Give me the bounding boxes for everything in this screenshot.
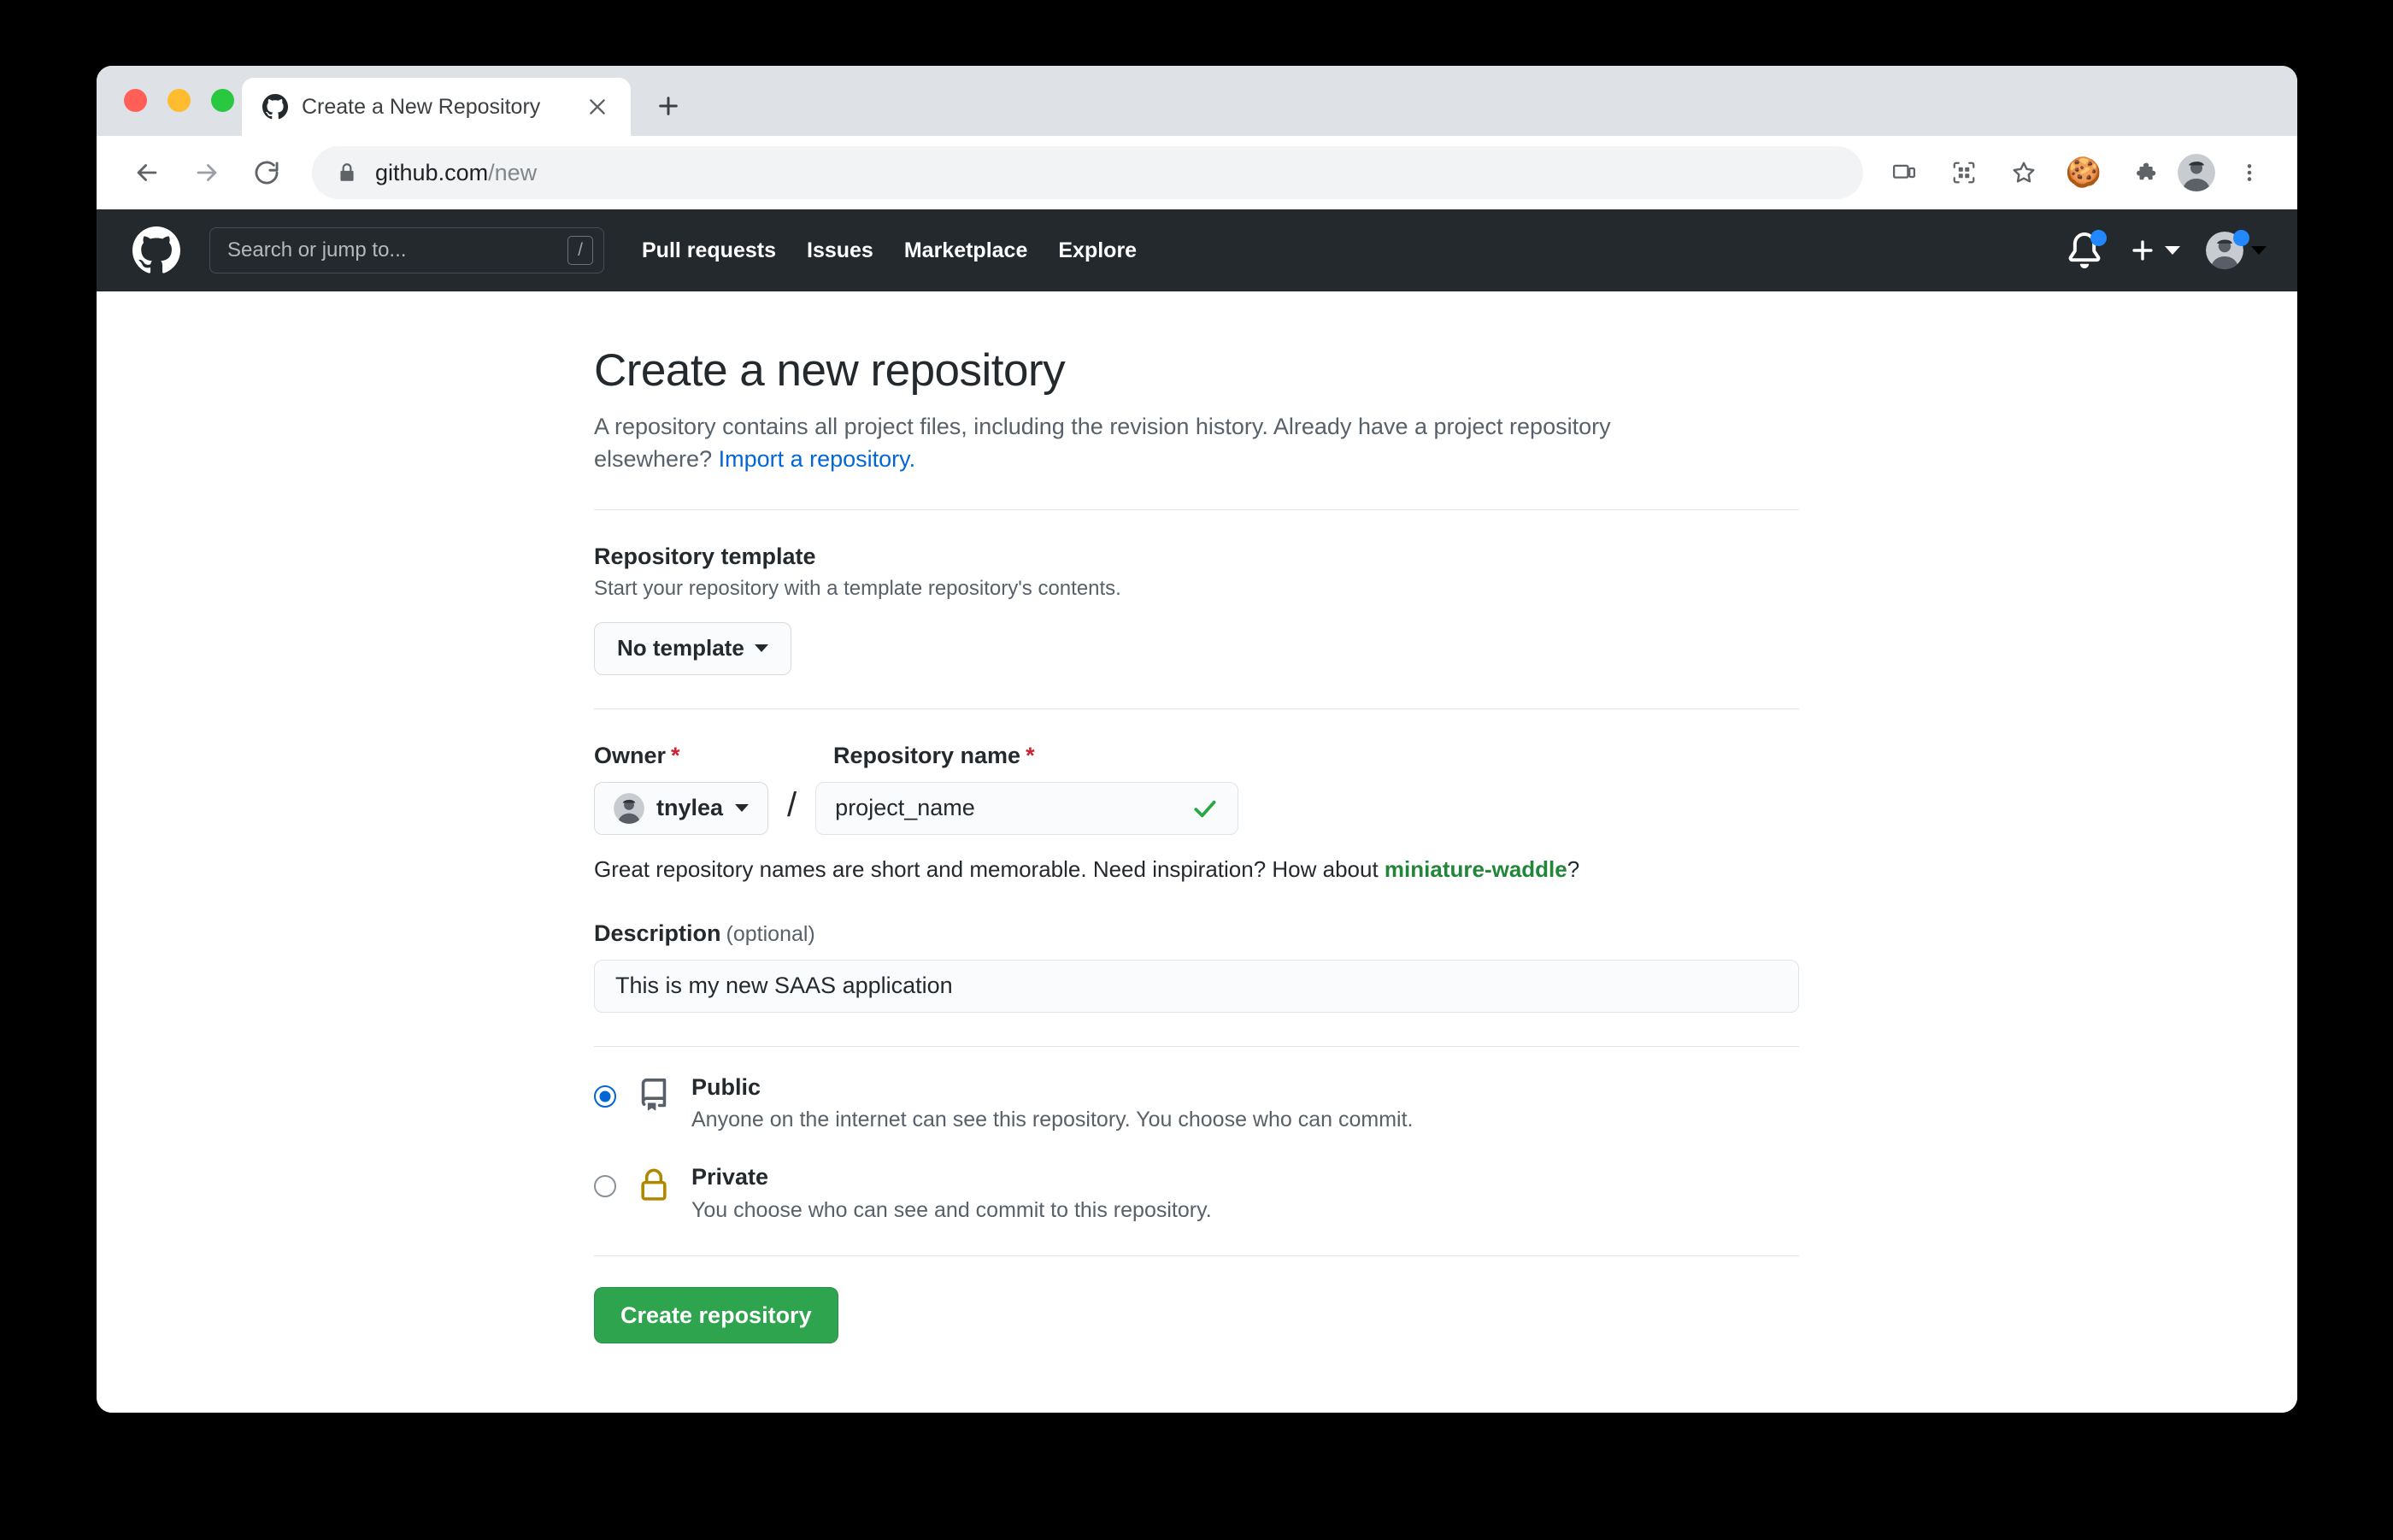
search-placeholder: Search or jump to... — [227, 238, 407, 262]
description-optional-tag: (optional) — [726, 921, 815, 946]
visibility-option-private[interactable]: Private You choose who can see and commi… — [594, 1164, 1799, 1223]
github-nav: Pull requests Issues Marketplace Explore — [642, 238, 1137, 263]
owner-repo-row: tnylea / project_name — [594, 781, 1799, 835]
nav-explore[interactable]: Explore — [1058, 238, 1137, 263]
visibility-public-text: Public Anyone on the internet can see th… — [691, 1073, 1799, 1133]
radio-public[interactable] — [594, 1084, 616, 1108]
page-description: A repository contains all project files,… — [594, 410, 1714, 476]
browser-window: Create a New Repository github.com/new 🍪… — [97, 66, 2297, 1413]
template-select-label: No template — [617, 635, 744, 661]
user-menu[interactable] — [2206, 230, 2267, 269]
repo-book-icon — [635, 1078, 673, 1111]
create-repository-button[interactable]: Create repository — [594, 1287, 838, 1344]
visibility-options: Public Anyone on the internet can see th… — [594, 1047, 1799, 1223]
github-icon — [262, 94, 288, 120]
owner-label: Owner * — [594, 743, 833, 769]
divider — [594, 1255, 1799, 1257]
address-bar-url: github.com/new — [375, 160, 537, 186]
qr-code-icon[interactable] — [1938, 147, 1990, 198]
page-title: Create a new repository — [594, 345, 1066, 396]
field-labels: Owner * Repository name * — [594, 743, 1799, 769]
repository-template-title: Repository template — [594, 543, 816, 569]
github-octocat-logo[interactable] — [132, 226, 180, 274]
browser-tab-title: Create a New Repository — [302, 94, 541, 119]
window-traffic-lights — [124, 89, 234, 112]
toolbar-icon-group: 🍪 — [1879, 147, 2275, 198]
description-label-text: Description — [594, 920, 721, 946]
extensions-puzzle-icon[interactable] — [2118, 147, 2169, 198]
description-label: Description (optional) — [594, 920, 1799, 947]
reload-icon[interactable] — [240, 146, 293, 199]
repository-name-hint: Great repository names are short and mem… — [594, 856, 1799, 883]
minimize-window-button[interactable] — [168, 89, 191, 112]
new-tab-button[interactable] — [644, 82, 692, 130]
lock-icon — [336, 162, 358, 184]
create-new-menu[interactable] — [2128, 236, 2180, 265]
nav-issues[interactable]: Issues — [807, 238, 873, 263]
nav-marketplace[interactable]: Marketplace — [904, 238, 1028, 263]
repository-name-hint-suffix: ? — [1567, 855, 1580, 882]
repository-name-input[interactable]: project_name — [815, 781, 1239, 835]
check-icon — [1191, 795, 1219, 822]
lock-icon — [635, 1168, 673, 1201]
required-asterisk: * — [671, 742, 680, 768]
github-global-header: Search or jump to... / Pull requests Iss… — [97, 209, 2297, 291]
owner-avatar — [614, 792, 644, 824]
address-bar[interactable]: github.com/new — [312, 146, 1863, 199]
owner-repo-separator: / — [787, 786, 797, 825]
repository-name-hint-text: Great repository names are short and mem… — [594, 855, 1385, 882]
import-repository-link[interactable]: Import a repository. — [719, 446, 916, 472]
profile-avatar[interactable] — [2178, 154, 2215, 191]
repository-name-label-text: Repository name — [833, 742, 1021, 768]
owner-dropdown[interactable]: tnylea — [594, 781, 769, 835]
browser-tab-active[interactable]: Create a New Repository — [242, 78, 631, 136]
browser-tab-strip: Create a New Repository — [97, 66, 2297, 136]
visibility-public-subtitle: Anyone on the internet can see this repo… — [691, 1108, 1414, 1132]
visibility-public-title: Public — [691, 1073, 761, 1100]
search-input[interactable]: Search or jump to... / — [209, 227, 604, 273]
notification-dot — [2090, 230, 2107, 246]
star-icon[interactable] — [1998, 147, 2049, 198]
repository-name-label: Repository name * — [833, 743, 1035, 769]
new-repository-form: Create a new repository A repository con… — [594, 291, 1799, 1344]
owner-label-text: Owner — [594, 742, 667, 768]
bell-icon[interactable] — [2067, 230, 2107, 268]
avatar-notification-dot — [2233, 230, 2249, 246]
browser-toolbar: github.com/new 🍪 — [97, 136, 2297, 209]
url-path: /new — [488, 159, 538, 185]
cast-icon[interactable] — [1879, 147, 1930, 198]
back-arrow-icon[interactable] — [121, 146, 173, 199]
radio-private[interactable] — [594, 1175, 616, 1198]
template-select-button[interactable]: No template — [594, 621, 791, 675]
description-input[interactable]: This is my new SAAS application — [594, 959, 1799, 1013]
repository-template-section: Repository template Start your repositor… — [594, 510, 1799, 675]
three-dot-menu-icon[interactable] — [2224, 147, 2275, 198]
close-icon[interactable] — [583, 92, 612, 121]
owner-name: tnylea — [656, 795, 724, 821]
chevron-down-icon — [2251, 246, 2267, 255]
repository-template-subtitle: Start your repository with a template re… — [594, 576, 1121, 600]
owner-repo-section: Owner * Repository name * tnylea / proje… — [594, 709, 1799, 1013]
chevron-down-icon — [735, 804, 750, 813]
cookie-icon[interactable]: 🍪 — [2058, 147, 2109, 198]
chevron-down-icon — [2165, 246, 2180, 255]
visibility-private-title: Private — [691, 1164, 769, 1190]
url-domain: github.com — [375, 159, 489, 185]
required-asterisk: * — [1026, 742, 1035, 768]
description-value: This is my new SAAS application — [615, 973, 953, 999]
visibility-private-text: Private You choose who can see and commi… — [691, 1164, 1799, 1223]
repository-name-value: project_name — [835, 795, 975, 821]
page-content: Create a new repository A repository con… — [97, 291, 2297, 1413]
visibility-option-public[interactable]: Public Anyone on the internet can see th… — [594, 1073, 1799, 1133]
github-header-actions — [2067, 230, 2267, 269]
forward-arrow-icon[interactable] — [180, 146, 233, 199]
chevron-down-icon — [754, 644, 768, 653]
search-shortcut-badge: / — [567, 236, 593, 265]
close-window-button[interactable] — [124, 89, 147, 112]
visibility-private-subtitle: You choose who can see and commit to thi… — [691, 1198, 1212, 1223]
nav-pull-requests[interactable]: Pull requests — [642, 238, 776, 263]
maximize-window-button[interactable] — [211, 89, 234, 112]
suggested-name[interactable]: miniature-waddle — [1385, 856, 1567, 882]
